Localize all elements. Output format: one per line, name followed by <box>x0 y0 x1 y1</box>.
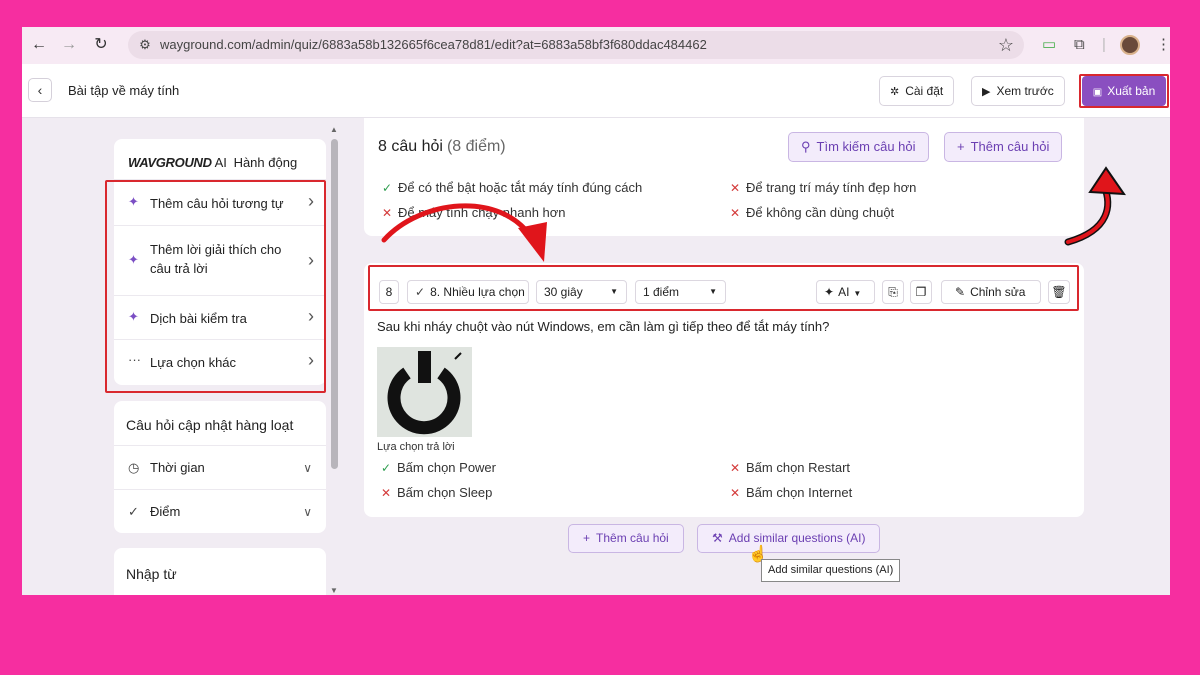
curved-arrow-to-toolbar <box>381 203 535 243</box>
annotation-arrows <box>381 166 1126 262</box>
arrowhead-toolbar <box>518 222 547 262</box>
arrowhead-publish <box>1088 166 1126 196</box>
